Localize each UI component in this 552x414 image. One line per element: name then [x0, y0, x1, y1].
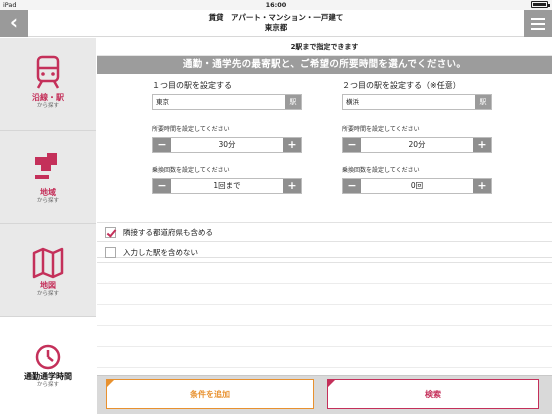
- station-1-transfer-value: 1回まで: [213, 181, 241, 190]
- status-bar: iPad 16:00: [0, 0, 552, 10]
- transfer-minus-button[interactable]: −: [343, 179, 361, 193]
- sidebar-item-label: 沿線・駅: [32, 93, 64, 102]
- sidebar: 沿線・駅 から探す 地域 から探す 地図 から探す 通勤通学時間 から探す: [0, 38, 96, 414]
- station-2-transfer-stepper: − 0回 +: [342, 178, 492, 194]
- page-title: 賃貸 アパート・マンション・一戸建て 東京都: [28, 13, 524, 33]
- main-content: 2駅まで指定できます 通勤・通学先の最寄駅と、ご希望の所要時間を選んでください。…: [97, 38, 552, 414]
- corner-accent: [328, 380, 335, 387]
- clock-icon: [35, 344, 61, 370]
- region-map-icon: [35, 153, 57, 179]
- time-minus-button[interactable]: −: [343, 138, 361, 152]
- sidebar-item-line-station[interactable]: 沿線・駅 から探す: [0, 38, 96, 131]
- station-limit-note: 2駅まで指定できます: [97, 38, 552, 56]
- sidebar-item-label: 通勤通学時間: [24, 372, 72, 381]
- transfer-plus-button[interactable]: +: [283, 179, 301, 193]
- empty-row: [97, 306, 552, 326]
- option-include-neighbor-prefectures[interactable]: 隣接する都道府県も含める: [97, 222, 552, 242]
- status-right: [531, 0, 550, 8]
- hamburger-icon-bar: [531, 17, 545, 20]
- sidebar-item-commute-time[interactable]: 通勤通学時間 から探す: [0, 317, 96, 414]
- hamburger-icon-bar: [531, 22, 545, 25]
- sidebar-item-label: 地図: [40, 281, 56, 290]
- empty-row: [97, 327, 552, 347]
- option-exclude-entered-station[interactable]: 入力した駅を含めない: [97, 243, 552, 263]
- hamburger-icon-bar: [531, 27, 545, 30]
- menu-button[interactable]: [524, 10, 552, 37]
- transfer-minus-button[interactable]: −: [153, 179, 171, 193]
- option-label: 隣接する都道府県も含める: [123, 228, 213, 237]
- station-1-transfer-stepper: − 1回まで +: [152, 178, 302, 194]
- chevron-left-icon: ‹: [9, 10, 19, 34]
- station-2-transfer-label: 乗換回数を設定してください: [342, 167, 420, 174]
- station-1-title: １つ目の駅を設定する: [152, 81, 232, 90]
- app-header: ‹ 賃貸 アパート・マンション・一戸建て 東京都: [0, 10, 552, 37]
- station-2-title: ２つ目の駅を設定する（※任意）: [342, 81, 461, 90]
- transfer-plus-button[interactable]: +: [473, 179, 491, 193]
- instruction-banner: 通勤・通学先の最寄駅と、ご希望の所要時間を選んでください。: [97, 56, 552, 74]
- page-title-line2: 東京都: [264, 23, 288, 32]
- empty-row: [97, 264, 552, 284]
- back-button[interactable]: ‹: [0, 10, 28, 37]
- station-2-input[interactable]: [343, 95, 475, 109]
- sidebar-item-label: 地域: [40, 188, 56, 197]
- station-2-select-button[interactable]: 駅: [475, 95, 491, 109]
- station-1-time-label: 所要時間を設定してください: [152, 126, 230, 133]
- empty-row: [97, 348, 552, 368]
- station-2-transfer-value: 0回: [410, 181, 424, 190]
- sidebar-item-sublabel: から探す: [36, 382, 59, 388]
- battery-icon: [531, 1, 550, 8]
- page-title-line1: 賃貸 アパート・マンション・一戸建て: [208, 13, 344, 22]
- add-condition-button[interactable]: 条件を追加: [106, 379, 314, 409]
- station-2-time-label: 所要時間を設定してください: [342, 126, 420, 133]
- station-1-input[interactable]: [153, 95, 285, 109]
- sidebar-item-sublabel: から探す: [36, 291, 59, 297]
- action-footer: 条件を追加 検索: [97, 375, 552, 414]
- station-2-time-value: 20分: [408, 140, 426, 149]
- station-1-select-button[interactable]: 駅: [285, 95, 301, 109]
- station-2-field[interactable]: 駅: [342, 94, 492, 110]
- station-1-transfer-label: 乗換回数を設定してください: [152, 167, 230, 174]
- add-condition-label: 条件を追加: [190, 390, 230, 399]
- clock: 16:00: [265, 1, 287, 9]
- sidebar-item-sublabel: から探す: [36, 103, 59, 109]
- station-1-field[interactable]: 駅: [152, 94, 302, 110]
- checkbox-unchecked[interactable]: [105, 247, 116, 258]
- station-1-time-value: 30分: [218, 140, 236, 149]
- empty-row: [97, 285, 552, 305]
- search-button[interactable]: 検索: [327, 379, 539, 409]
- train-icon: [36, 55, 60, 89]
- folded-map-icon: [32, 247, 64, 279]
- time-plus-button[interactable]: +: [283, 138, 301, 152]
- sidebar-item-map[interactable]: 地図 から探す: [0, 224, 96, 317]
- corner-accent: [107, 380, 114, 387]
- option-label: 入力した駅を含めない: [123, 248, 198, 257]
- sidebar-item-sublabel: から探す: [36, 198, 59, 204]
- station-1-time-stepper: − 30分 +: [152, 137, 302, 153]
- search-label: 検索: [425, 390, 441, 399]
- checkbox-checked[interactable]: [105, 227, 116, 238]
- time-plus-button[interactable]: +: [473, 138, 491, 152]
- station-2-time-stepper: − 20分 +: [342, 137, 492, 153]
- sidebar-item-area[interactable]: 地域 から探す: [0, 131, 96, 224]
- time-minus-button[interactable]: −: [153, 138, 171, 152]
